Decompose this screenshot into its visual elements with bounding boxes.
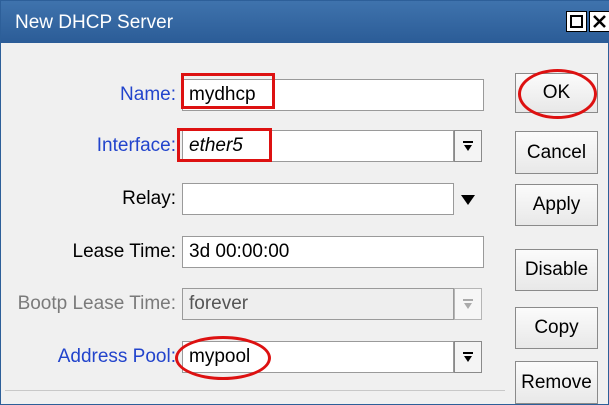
dhcp-server-window: New DHCP Server Name: mydhcp Interface: …	[0, 0, 609, 405]
relay-label: Relay:	[122, 188, 176, 209]
bootp-lease-time-label: Bootp Lease Time:	[17, 293, 176, 314]
apply-button[interactable]: Apply	[515, 184, 598, 226]
name-label: Name:	[120, 84, 176, 105]
cancel-button[interactable]: Cancel	[515, 131, 598, 174]
interface-dropdown-button[interactable]	[454, 130, 482, 162]
address-pool-dropdown-button[interactable]	[454, 341, 482, 373]
title-bar[interactable]: New DHCP Server	[1, 1, 609, 43]
bootp-dropdown-button[interactable]	[454, 288, 482, 320]
divider	[5, 390, 505, 391]
name-highlight	[181, 73, 275, 109]
bootp-lease-time-select[interactable]: forever	[182, 288, 454, 320]
interface-highlight	[177, 128, 272, 162]
ok-highlight	[518, 69, 597, 119]
maximize-icon[interactable]	[566, 11, 587, 32]
dropdown-arrow-icon[interactable]	[460, 194, 476, 206]
chevron-down-icon	[463, 352, 473, 362]
relay-field[interactable]	[182, 183, 454, 215]
window-title: New DHCP Server	[15, 12, 174, 33]
disable-button[interactable]: Disable	[515, 249, 598, 291]
lease-time-field[interactable]: 3d 00:00:00	[182, 236, 484, 268]
address-pool-highlight	[175, 336, 271, 380]
chevron-down-icon	[463, 141, 473, 151]
lease-time-label: Lease Time:	[72, 241, 177, 262]
address-pool-label: Address Pool:	[57, 346, 176, 367]
chevron-down-icon	[463, 299, 473, 309]
copy-button[interactable]: Copy	[515, 307, 598, 349]
interface-label: Interface:	[96, 135, 176, 156]
close-icon[interactable]	[589, 11, 609, 32]
remove-button[interactable]: Remove	[515, 361, 598, 404]
